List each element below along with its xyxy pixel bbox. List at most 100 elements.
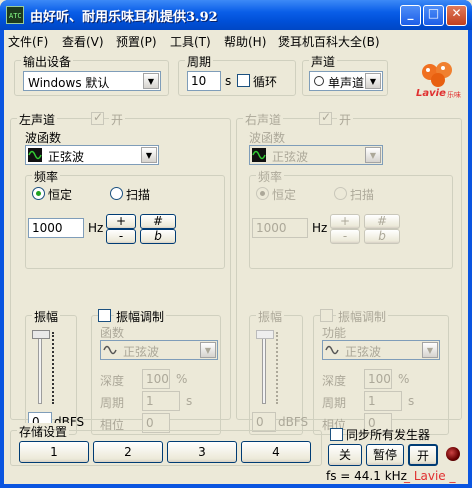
- app-icon: ATC: [6, 6, 24, 24]
- maximize-button[interactable]: □: [423, 5, 444, 26]
- left-constant-radio[interactable]: [32, 187, 45, 200]
- chevron-down-icon[interactable]: ▼: [141, 147, 157, 163]
- status-led-icon: [446, 447, 460, 461]
- output-device-group: 输出设备 Windows 默认 ▼: [14, 53, 169, 96]
- preset-1-button[interactable]: 1: [19, 441, 89, 463]
- off-button[interactable]: 关: [328, 444, 362, 466]
- right-frequency-label: 频率: [256, 168, 285, 185]
- preset-2-button[interactable]: 2: [93, 441, 163, 463]
- right-constant-label: 恒定: [272, 188, 297, 202]
- right-mod-function-select[interactable]: 正弦波 ▼: [322, 340, 440, 360]
- left-enable-checkbox[interactable]: [91, 110, 104, 125]
- left-amplitude-track[interactable]: [38, 332, 42, 404]
- period-label: 周期: [185, 53, 214, 70]
- right-mod-depth-input[interactable]: 100: [364, 369, 392, 389]
- menu-preset[interactable]: 预置(P): [116, 33, 157, 50]
- left-amplitude-group: 振幅 0 dBFS: [25, 308, 84, 435]
- left-channel-group: 左声道 开 波函数 正弦波 ▼ 频率 恒定 扫描 1000 Hz + -: [10, 110, 231, 435]
- left-mod-depth-unit: %: [176, 372, 188, 386]
- lavie-logo: Lavie 乐味: [416, 60, 464, 102]
- loop-label: 循环: [253, 75, 278, 89]
- app-window: ATC 由好听、耐用乐味耳机提供3.92 _ □ ✕ 文件(F) 查看(V) 预…: [0, 0, 472, 488]
- output-device-select[interactable]: Windows 默认 ▼: [23, 71, 161, 91]
- right-amplitude-unit: dBFS: [278, 415, 309, 429]
- menu-encyclopedia[interactable]: 煲耳机百科大全(B): [278, 33, 380, 50]
- left-flat-button[interactable]: b: [140, 229, 176, 244]
- chevron-down-icon[interactable]: ▼: [422, 342, 438, 358]
- right-waveform-select[interactable]: 正弦波 ▼: [249, 145, 383, 165]
- left-amplitude-ticks: [52, 332, 56, 404]
- left-mod-depth-input[interactable]: 100: [142, 369, 170, 389]
- window-title: 由好听、耐用乐味耳机提供3.92: [30, 10, 218, 25]
- right-channel-group: 右声道 开 波函数 正弦波 ▼ 频率 恒定 扫描 1000 Hz + -: [236, 110, 462, 435]
- left-frequency-unit: Hz: [88, 221, 104, 235]
- menu-help[interactable]: 帮助(H): [224, 33, 266, 50]
- right-waveform-label: 波函数: [249, 131, 286, 145]
- storage-group: 存储设置 1 2 3 4: [10, 423, 322, 466]
- left-modulation-checkbox[interactable]: [98, 309, 111, 322]
- right-frequency-input[interactable]: 1000: [252, 218, 308, 238]
- menu-tools[interactable]: 工具(T): [170, 33, 211, 50]
- left-enable-label: 开: [109, 111, 126, 128]
- chevron-down-icon[interactable]: ▼: [143, 73, 159, 89]
- close-button[interactable]: ✕: [446, 5, 467, 26]
- client-area: 文件(F) 查看(V) 预置(P) 工具(T) 帮助(H) 煲耳机百科大全(B)…: [4, 30, 468, 484]
- right-mod-period-unit: s: [408, 394, 415, 408]
- left-mod-function-select[interactable]: 正弦波 ▼: [100, 340, 218, 360]
- channel-select[interactable]: 单声道 ▼: [309, 71, 383, 91]
- preset-3-button[interactable]: 3: [167, 441, 237, 463]
- right-amplitude-input[interactable]: 0: [252, 412, 276, 432]
- minimize-button[interactable]: _: [400, 5, 421, 26]
- sync-label: 同步所有发生器: [346, 428, 431, 442]
- channel-group: 声道 单声道 ▼: [302, 53, 388, 96]
- sine-wave-icon: [252, 148, 266, 162]
- right-amplitude-track[interactable]: [262, 332, 266, 404]
- right-mod-depth-label: 深度: [322, 374, 347, 388]
- right-amplitude-thumb[interactable]: [256, 330, 274, 339]
- right-enable-checkbox[interactable]: [319, 110, 332, 125]
- left-minus-button[interactable]: -: [106, 229, 136, 244]
- right-sweep-label: 扫描: [350, 188, 375, 202]
- period-input[interactable]: 10: [187, 71, 221, 91]
- on-button[interactable]: 开: [408, 444, 438, 466]
- right-channel-label: 右声道: [243, 111, 284, 128]
- right-frequency-group: 频率 恒定 扫描 1000 Hz + - # b: [249, 168, 453, 269]
- left-plus-button[interactable]: +: [106, 214, 136, 229]
- left-sharp-button[interactable]: #: [140, 214, 176, 229]
- right-constant-radio[interactable]: [256, 187, 269, 200]
- right-minus-button[interactable]: -: [330, 229, 360, 244]
- right-modulation-checkbox[interactable]: [320, 309, 333, 322]
- chevron-down-icon[interactable]: ▼: [365, 73, 381, 89]
- brand-label: _ Lavie _: [404, 469, 456, 483]
- chevron-down-icon[interactable]: ▼: [200, 342, 216, 358]
- right-modulation-label: 振幅调制: [336, 308, 389, 325]
- right-sweep-radio[interactable]: [334, 187, 347, 200]
- left-frequency-input[interactable]: 1000: [28, 218, 84, 238]
- sync-checkbox[interactable]: [330, 428, 343, 441]
- left-modulation-group: 振幅调制 函数 正弦波 ▼ 深度 100 % 周期 1 s 相位 0: [91, 308, 221, 435]
- right-frequency-unit: Hz: [312, 221, 328, 235]
- storage-label: 存储设置: [17, 423, 70, 440]
- channel-label: 声道: [309, 53, 338, 70]
- menu-view[interactable]: 查看(V): [62, 33, 104, 50]
- left-modulation-label: 振幅调制: [114, 308, 167, 325]
- pause-button[interactable]: 暂停: [366, 444, 404, 466]
- right-mod-depth-unit: %: [398, 372, 410, 386]
- right-flat-button[interactable]: b: [364, 229, 400, 244]
- menu-file[interactable]: 文件(F): [8, 33, 48, 50]
- chevron-down-icon[interactable]: ▼: [365, 147, 381, 163]
- left-frequency-label: 频率: [32, 168, 61, 185]
- menu-bar: 文件(F) 查看(V) 预置(P) 工具(T) 帮助(H) 煲耳机百科大全(B): [4, 30, 468, 50]
- left-amplitude-thumb[interactable]: [32, 330, 50, 339]
- preset-4-button[interactable]: 4: [241, 441, 311, 463]
- left-waveform-select[interactable]: 正弦波 ▼: [25, 145, 159, 165]
- title-bar[interactable]: ATC 由好听、耐用乐味耳机提供3.92 _ □ ✕: [0, 0, 472, 30]
- left-mod-period-input[interactable]: 1: [142, 391, 180, 411]
- right-sharp-button[interactable]: #: [364, 214, 400, 229]
- right-mod-period-input[interactable]: 1: [364, 391, 402, 411]
- sine-wave-icon: [325, 343, 339, 357]
- right-plus-button[interactable]: +: [330, 214, 360, 229]
- left-sweep-radio[interactable]: [110, 187, 123, 200]
- right-amplitude-ticks: [276, 332, 280, 404]
- loop-checkbox[interactable]: [237, 74, 250, 87]
